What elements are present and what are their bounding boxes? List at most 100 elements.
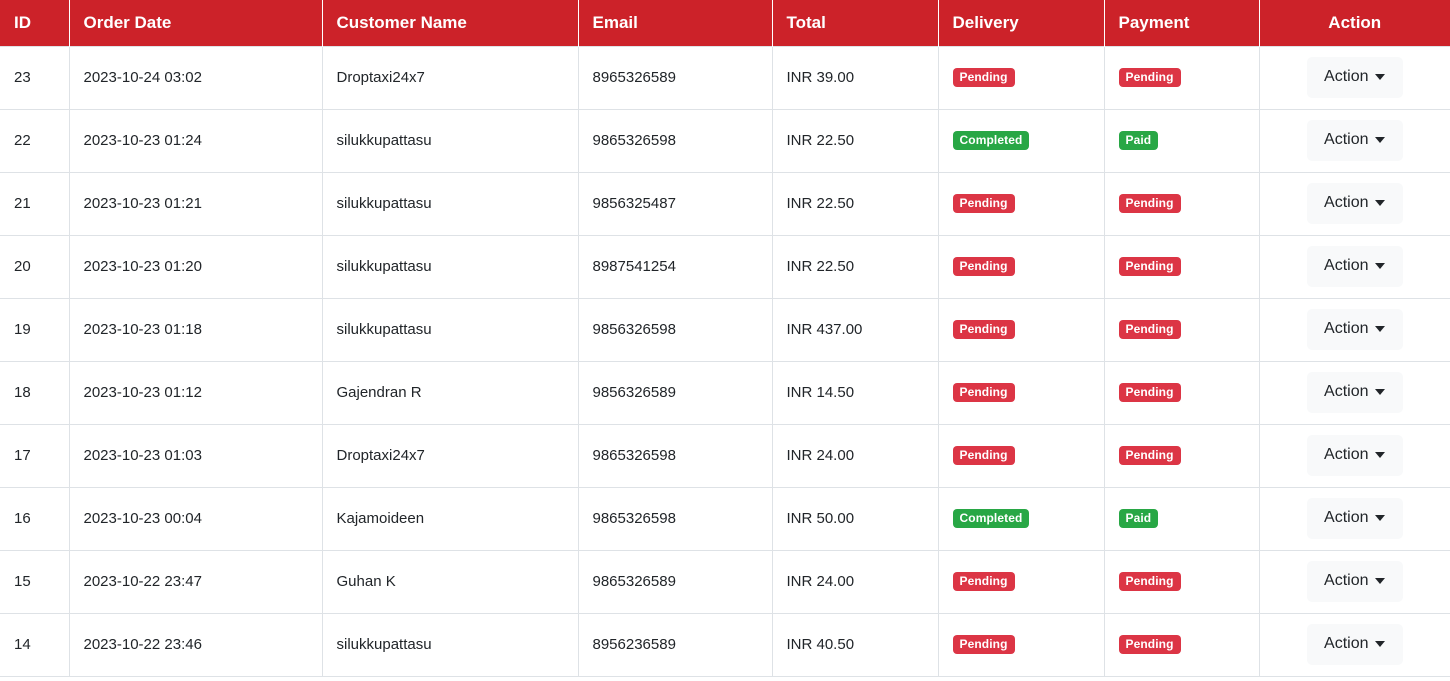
cell-delivery: Pending [938,550,1105,614]
payment-status-badge: Pending [1118,68,1181,87]
orders-table: ID Order Date Customer Name Email Total Deliv… [0,0,1450,677]
action-dropdown-button[interactable]: Action [1306,561,1403,602]
cell-email: 9865326598 [578,424,773,488]
action-dropdown-button[interactable]: Action [1306,435,1403,476]
payment-status-badge: Pending [1118,446,1181,465]
action-button-label: Action [1324,635,1369,652]
cell-delivery: Pending [938,361,1105,425]
cell-action: Action [1259,361,1450,425]
cell-id: 22 [0,109,70,173]
table-row: 15 2023-10-22 23:47 Guhan K 9865326589 INR 2… [0,550,1450,614]
action-dropdown-button[interactable]: Action [1306,372,1403,413]
cell-date: 2023-10-24 03:02 [69,45,323,110]
caret-down-icon [1375,137,1386,143]
action-dropdown-button[interactable]: Action [1306,183,1403,224]
cell-id: 15 [0,550,70,614]
column-header-id[interactable]: ID [0,0,70,46]
cell-total: INR 437.00 [772,298,939,362]
cell-date: 2023-10-23 01:21 [69,172,323,236]
caret-down-icon [1375,515,1386,521]
action-dropdown-button[interactable]: Action [1306,498,1403,539]
cell-id: 23 [0,45,70,110]
cell-delivery: Pending [938,424,1105,488]
column-header-customer[interactable]: Customer Name [322,0,579,46]
cell-total: INR 14.50 [772,361,939,425]
action-button-label: Action [1324,194,1369,211]
cell-email: 9856326589 [578,361,773,425]
cell-action: Action [1259,298,1450,362]
action-dropdown-button[interactable]: Action [1306,246,1403,287]
cell-email: 9865326598 [578,487,773,551]
cell-email: 8965326589 [578,45,773,110]
payment-status-badge: Pending [1118,383,1181,402]
column-header-action[interactable]: Action [1259,0,1450,46]
cell-email: 8956236589 [578,613,773,677]
cell-date: 2023-10-23 01:12 [69,361,323,425]
cell-payment: Pending [1104,235,1260,299]
cell-action: Action [1259,45,1450,110]
cell-payment: Pending [1104,172,1260,236]
action-dropdown-button[interactable]: Action [1306,624,1403,665]
cell-action: Action [1259,235,1450,299]
cell-id: 18 [0,361,70,425]
column-header-total[interactable]: Total [772,0,939,46]
cell-delivery: Pending [938,45,1105,110]
cell-payment: Pending [1104,298,1260,362]
cell-payment: Paid [1104,487,1260,551]
column-header-delivery[interactable]: Delivery [938,0,1105,46]
table-row: 14 2023-10-22 23:46 silukkupattasu 89562365… [0,613,1450,677]
action-dropdown-button[interactable]: Action [1306,57,1403,98]
cell-total: INR 22.50 [772,172,939,236]
cell-id: 17 [0,424,70,488]
action-button-label: Action [1324,68,1369,85]
cell-customer: silukkupattasu [322,109,579,173]
action-button-label: Action [1324,509,1369,526]
cell-customer: silukkupattasu [322,172,579,236]
payment-status-badge: Pending [1118,257,1181,276]
cell-action: Action [1259,109,1450,173]
cell-action: Action [1259,613,1450,677]
cell-date: 2023-10-22 23:46 [69,613,323,677]
cell-email: 9865326589 [578,550,773,614]
cell-customer: Droptaxi24x7 [322,424,579,488]
cell-total: INR 39.00 [772,45,939,110]
column-header-date[interactable]: Order Date [69,0,323,46]
cell-id: 21 [0,172,70,236]
cell-date: 2023-10-23 01:20 [69,235,323,299]
cell-delivery: Completed [938,109,1105,173]
action-dropdown-button[interactable]: Action [1306,120,1403,161]
table-header: ID Order Date Customer Name Email Total Deliv… [0,0,1450,46]
column-header-payment[interactable]: Payment [1104,0,1260,46]
delivery-status-badge: Pending [952,320,1015,339]
cell-payment: Pending [1104,613,1260,677]
table-row: 22 2023-10-23 01:24 silukkupattasu 98653265… [0,109,1450,173]
delivery-status-badge: Completed [952,509,1030,528]
caret-down-icon [1375,389,1386,395]
delivery-status-badge: Completed [952,131,1030,150]
cell-payment: Pending [1104,424,1260,488]
column-header-email[interactable]: Email [578,0,773,46]
cell-email: 9865326598 [578,109,773,173]
cell-delivery: Pending [938,613,1105,677]
cell-action: Action [1259,550,1450,614]
payment-status-badge: Paid [1118,131,1159,150]
payment-status-badge: Pending [1118,572,1181,591]
delivery-status-badge: Pending [952,194,1015,213]
action-dropdown-button[interactable]: Action [1306,309,1403,350]
cell-total: INR 40.50 [772,613,939,677]
cell-action: Action [1259,172,1450,236]
cell-total: INR 24.00 [772,424,939,488]
cell-delivery: Completed [938,487,1105,551]
cell-payment: Pending [1104,361,1260,425]
action-button-label: Action [1324,320,1369,337]
caret-down-icon [1375,74,1386,80]
table-row: 21 2023-10-23 01:21 silukkupattasu 98563254… [0,172,1450,236]
payment-status-badge: Pending [1118,194,1181,213]
cell-customer: silukkupattasu [322,613,579,677]
action-button-label: Action [1324,446,1369,463]
table-row: 23 2023-10-24 03:02 Droptaxi24x7 8965326589… [0,45,1450,110]
cell-delivery: Pending [938,235,1105,299]
cell-delivery: Pending [938,298,1105,362]
cell-customer: Gajendran R [322,361,579,425]
cell-date: 2023-10-23 01:03 [69,424,323,488]
